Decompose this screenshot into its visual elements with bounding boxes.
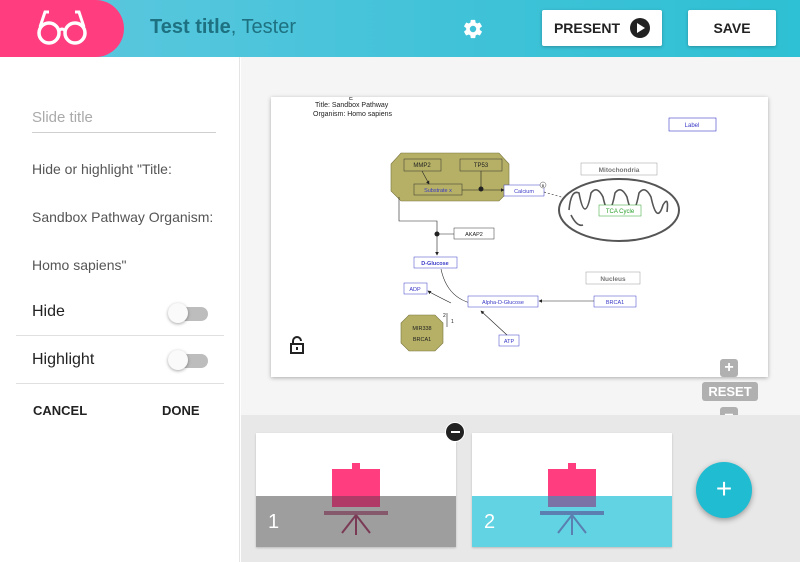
- play-icon: [630, 18, 651, 38]
- hint-line-2: Sandbox Pathway Organism:: [32, 209, 214, 225]
- slide-number: 2: [484, 511, 496, 533]
- diagram-organism: Organism: Homo sapiens: [313, 111, 392, 118]
- tca-text: TCA Cycle: [606, 209, 635, 215]
- akap2-text: AKAP2: [465, 232, 483, 238]
- hide-label: Hide: [32, 303, 65, 320]
- hint-line-1: Hide or highlight "Title:: [32, 161, 172, 177]
- toggle-knob: [168, 303, 188, 323]
- slide-title-input[interactable]: [32, 109, 216, 133]
- brca1-text: BRCA1: [606, 300, 624, 306]
- save-button[interactable]: SAVE: [688, 10, 776, 46]
- save-label: SAVE: [713, 20, 751, 36]
- highlight-toggle[interactable]: [168, 350, 208, 370]
- page-title: Test title, Tester: [150, 16, 296, 39]
- easel-icon: [324, 463, 388, 535]
- mitochondria-text: Mitochondria: [599, 167, 640, 174]
- hide-toggle[interactable]: [168, 303, 208, 323]
- nucleus-text: Nucleus: [600, 276, 626, 283]
- top-bar: Test title, Tester PRESENT SAVE: [0, 0, 800, 57]
- gear-icon[interactable]: [462, 18, 484, 45]
- title-user: , Tester: [230, 16, 296, 38]
- pathway-canvas[interactable]: E Title: Sandbox Pathway Organism: Homo …: [271, 97, 768, 377]
- d-glucose-text: D-Glucose: [421, 261, 449, 267]
- mir338-group[interactable]: [400, 314, 444, 352]
- title-bold: Test title: [150, 16, 231, 38]
- glasses-icon: [37, 10, 87, 45]
- label-node-text: Label: [685, 123, 700, 129]
- cancel-button[interactable]: CANCEL: [33, 403, 87, 418]
- present-button[interactable]: PRESENT: [542, 10, 662, 46]
- add-slide-button[interactable]: +: [696, 462, 752, 518]
- edge-label-1: 1: [451, 319, 454, 325]
- mmp2-text: MMP2: [413, 163, 431, 169]
- divider: [16, 335, 224, 336]
- calcium-text: Calcium: [514, 189, 534, 195]
- highlight-label: Highlight: [32, 351, 95, 368]
- edge-label-b: B: [542, 183, 545, 188]
- toggle-knob: [168, 350, 188, 370]
- main-area: E Title: Sandbox Pathway Organism: Homo …: [241, 57, 800, 425]
- slide-editor-panel: Hide or highlight "Title: Sandbox Pathwa…: [0, 57, 240, 562]
- adp-text: ADP: [409, 287, 421, 293]
- mir338-text: MIR338: [412, 326, 431, 332]
- slide-thumbnail-2[interactable]: 2: [472, 433, 672, 547]
- logo: [0, 0, 124, 57]
- divider: [16, 383, 224, 384]
- reset-zoom-button[interactable]: RESET: [702, 382, 758, 401]
- slide-number: 1: [268, 511, 280, 533]
- zoom-in-button[interactable]: +: [720, 359, 738, 377]
- alpha-d-glucose-text: Alpha-D-Glucose: [482, 300, 524, 306]
- substrate-text: Substrate x: [424, 188, 452, 194]
- remove-slide-button[interactable]: [445, 422, 465, 442]
- atp-text: ATP: [504, 339, 515, 345]
- edge-label-2: 2: [443, 313, 446, 319]
- easel-icon: [540, 463, 604, 535]
- slide-thumbnail-1[interactable]: 1: [256, 433, 456, 547]
- done-button[interactable]: DONE: [162, 403, 200, 418]
- tp53-text: TP53: [474, 163, 489, 169]
- present-label: PRESENT: [553, 20, 621, 36]
- diagram-title: Title: Sandbox Pathway: [315, 102, 389, 109]
- hint-line-3: Homo sapiens": [32, 257, 127, 273]
- brca1-group-text: BRCA1: [413, 337, 431, 343]
